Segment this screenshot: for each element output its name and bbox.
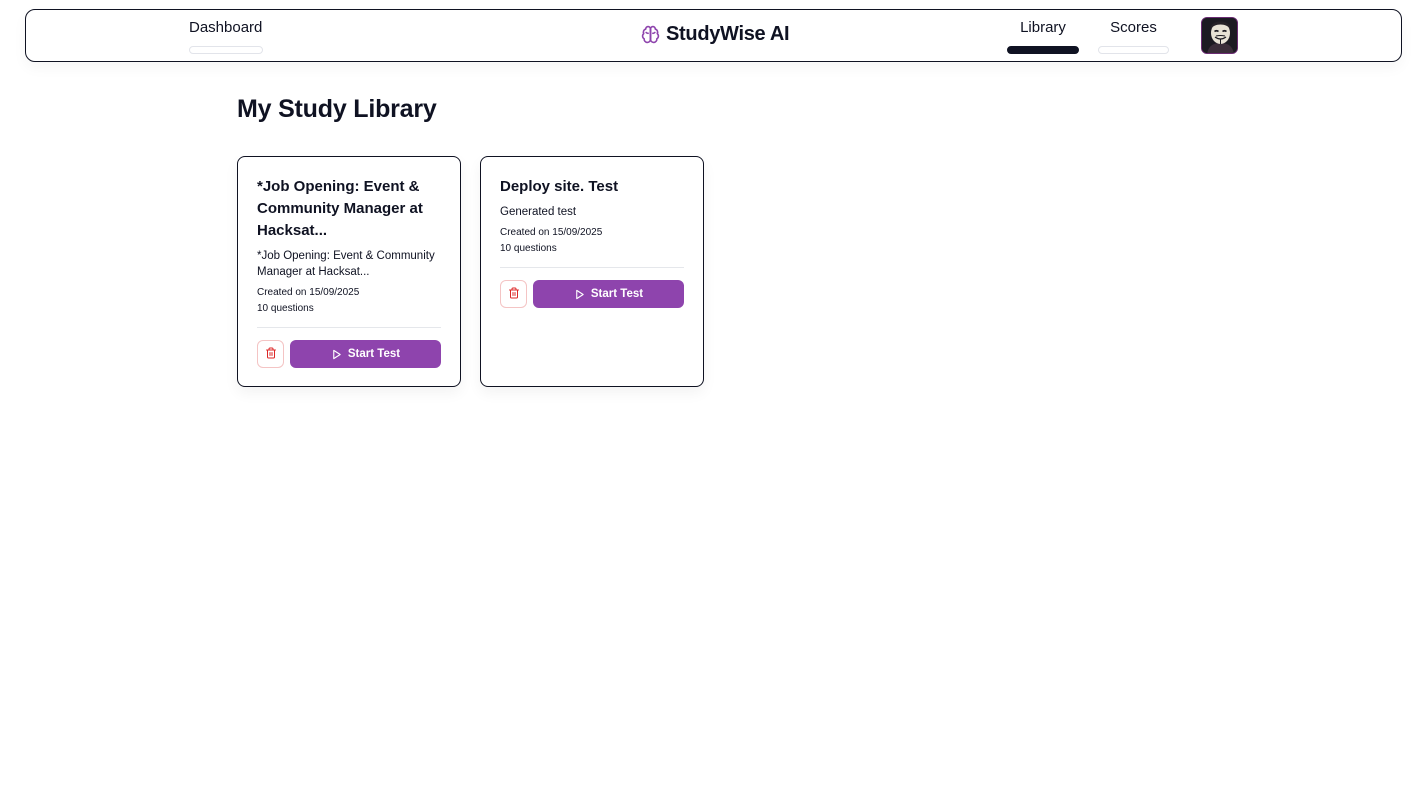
card-title: Deploy site. Test [500, 178, 619, 195]
nav-dashboard-label[interactable]: Dashboard [189, 19, 263, 37]
trash-icon [265, 347, 277, 362]
nav-dashboard[interactable]: Dashboard [189, 19, 263, 54]
play-icon [331, 349, 342, 360]
nav-library[interactable]: Library [1007, 19, 1079, 54]
anonymous-mask-icon [1202, 18, 1237, 53]
card-question-count: 10 questions [257, 303, 314, 314]
delete-button[interactable] [257, 340, 284, 368]
user-avatar[interactable] [1201, 17, 1238, 54]
study-card: *Job Opening: Event & Community Manager … [237, 156, 461, 387]
top-navigation-bar: Dashboard StudyWise AI Library Scores [25, 9, 1402, 62]
trash-icon [508, 287, 520, 302]
start-test-label: Start Test [347, 348, 401, 360]
card-actions: Start Test [500, 280, 684, 308]
start-test-button[interactable]: Start Test [533, 280, 684, 308]
nav-dashboard-indicator [189, 46, 263, 54]
delete-button[interactable] [500, 280, 527, 308]
card-question-count: 10 questions [500, 243, 557, 254]
play-icon [574, 289, 585, 300]
brand-logo[interactable]: StudyWise AI [641, 23, 790, 46]
card-divider [500, 267, 684, 268]
card-description: Generated test [500, 206, 577, 218]
brand-name: StudyWise AI [666, 23, 790, 45]
nav-library-indicator [1007, 46, 1079, 54]
start-test-label: Start Test [590, 288, 644, 300]
card-actions: Start Test [257, 340, 441, 368]
card-created-date: Created on 15/09/2025 [257, 287, 360, 298]
card-title: *Job Opening: Event & Community Manager … [257, 178, 423, 239]
card-divider [257, 327, 441, 328]
start-test-button[interactable]: Start Test [290, 340, 441, 368]
card-created-date: Created on 15/09/2025 [500, 227, 603, 238]
nav-scores-label[interactable]: Scores [1098, 19, 1169, 37]
nav-scores[interactable]: Scores [1098, 19, 1169, 54]
card-description: *Job Opening: Event & Community Manager … [257, 250, 435, 278]
study-card: Deploy site. Test Generated test Created… [480, 156, 704, 387]
nav-scores-indicator [1098, 46, 1169, 54]
page-title: My Study Library [237, 95, 437, 123]
nav-library-label[interactable]: Library [1007, 19, 1079, 37]
brain-icon [641, 25, 660, 44]
